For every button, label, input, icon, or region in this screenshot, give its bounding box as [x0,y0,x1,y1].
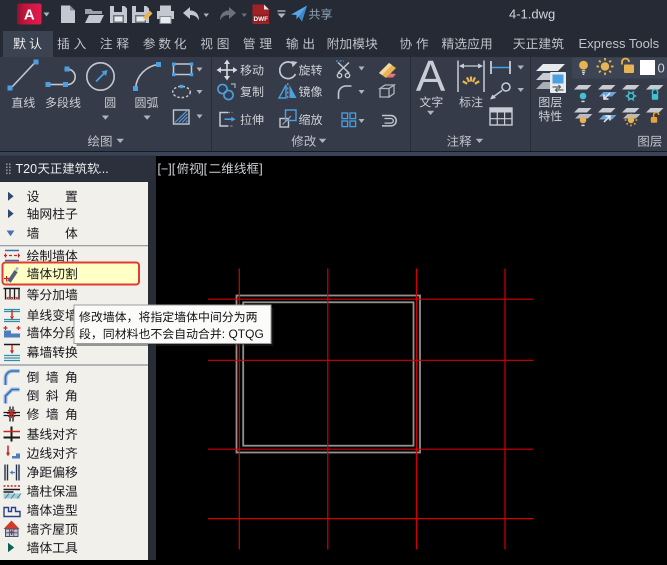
svg-text:[−][: [−][ [158,162,176,176]
svg-text:4-1.dwg: 4-1.dwg [509,7,555,22]
svg-text:Express Tools: Express Tools [579,36,660,51]
svg-text:A: A [24,7,35,24]
svg-text:DWF: DWF [254,16,269,23]
svg-text:T20: T20 [16,162,38,176]
svg-text:A: A [416,52,446,101]
svg-text:: QTQG: : QTQG [222,327,264,341]
svg-text:]: ] [259,162,262,176]
svg-text:...: ... [98,162,108,176]
svg-text:0: 0 [658,61,665,76]
svg-text:][: ][ [200,162,207,176]
